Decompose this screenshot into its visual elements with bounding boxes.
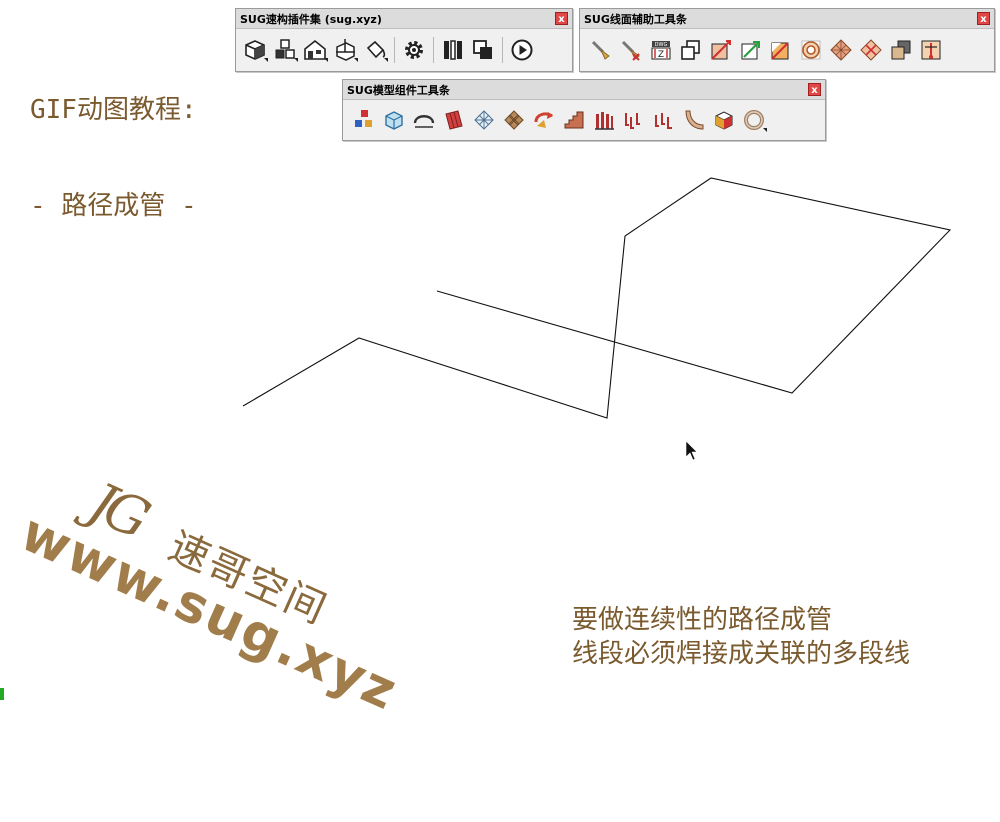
- status-indicator: [0, 688, 4, 700]
- caption-line1: 要做连续性的路径成管: [572, 605, 833, 635]
- caption-line2: 线段必须焊接成关联的多段线: [572, 639, 911, 669]
- path-polyline: [242, 177, 952, 419]
- mouse-cursor-icon: [685, 440, 698, 461]
- caption: 要做连续性的路径成管 线段必须焊接成关联的多段线: [572, 603, 910, 671]
